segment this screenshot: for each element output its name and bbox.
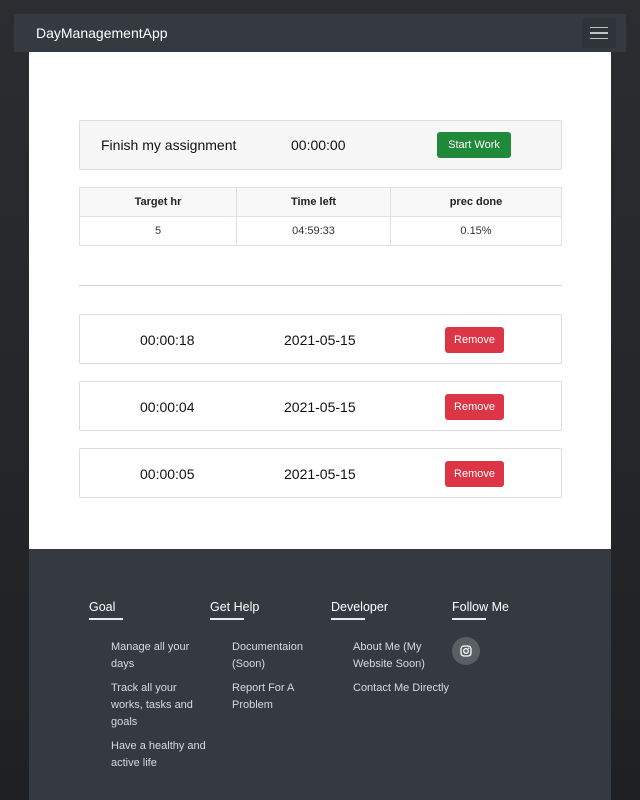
- list-item: 00:00:04 2021-05-15 Remove: [79, 381, 562, 431]
- menu-toggle-button[interactable]: [582, 18, 616, 48]
- target-hr-value: 5: [79, 216, 237, 246]
- entry-date: 2021-05-15: [284, 332, 356, 348]
- hamburger-icon: [590, 26, 608, 29]
- remove-button[interactable]: Remove: [445, 327, 504, 353]
- footer-goal-column: Goal Manage all your days Track all your…: [89, 598, 207, 779]
- instagram-button[interactable]: [452, 637, 480, 665]
- footer-developer-link[interactable]: About Me (My Website Soon): [353, 639, 449, 673]
- time-left-header: Time left: [236, 187, 391, 217]
- footer-goal-item: Have a healthy and active life: [111, 740, 206, 769]
- footer-goal-item: Track all your works, tasks and goals: [111, 682, 193, 728]
- footer-help-link[interactable]: Documentaion (Soon): [232, 639, 328, 673]
- footer-help-title: Get Help: [210, 600, 259, 620]
- footer-goal-item: Manage all your days: [111, 641, 190, 670]
- footer-follow-title: Follow Me: [452, 600, 509, 620]
- prec-done-value: 0.15%: [390, 216, 562, 246]
- target-hr-header: Target hr: [79, 187, 237, 217]
- task-name: Finish my assignment: [101, 137, 237, 153]
- footer-developer-column: Developer About Me (My Website Soon) Con…: [331, 598, 449, 704]
- main-content: Finish my assignment 00:00:00 Start Work…: [29, 52, 611, 549]
- divider: [79, 285, 562, 286]
- footer-help-column: Get Help Documentaion (Soon) Report For …: [210, 598, 328, 721]
- footer-developer-title: Developer: [331, 600, 388, 620]
- task-card: Finish my assignment 00:00:00 Start Work: [79, 120, 562, 170]
- entry-duration: 00:00:05: [140, 466, 195, 482]
- footer-goal-title: Goal: [89, 600, 124, 620]
- entry-duration: 00:00:18: [140, 332, 195, 348]
- navbar: DayManagementApp: [14, 14, 626, 52]
- prec-done-header: prec done: [390, 187, 562, 217]
- entry-duration: 00:00:04: [140, 399, 195, 415]
- remove-button[interactable]: Remove: [445, 461, 504, 487]
- footer: Goal Manage all your days Track all your…: [29, 549, 611, 800]
- task-timer: 00:00:00: [291, 137, 346, 153]
- entry-date: 2021-05-15: [284, 399, 356, 415]
- time-left-value: 04:59:33: [236, 216, 391, 246]
- brand-link[interactable]: DayManagementApp: [36, 25, 168, 41]
- list-item: 00:00:05 2021-05-15 Remove: [79, 448, 562, 498]
- instagram-icon: [460, 645, 472, 657]
- start-work-button[interactable]: Start Work: [437, 132, 511, 158]
- remove-button[interactable]: Remove: [445, 394, 504, 420]
- list-item: 00:00:18 2021-05-15 Remove: [79, 314, 562, 364]
- entry-date: 2021-05-15: [284, 466, 356, 482]
- stats-header-row: Target hr Time left prec done: [79, 187, 562, 217]
- footer-follow-column: Follow Me: [452, 598, 570, 665]
- footer-developer-link[interactable]: Contact Me Directly: [353, 680, 449, 697]
- footer-help-link[interactable]: Report For A Problem: [232, 680, 328, 714]
- stats-table: Target hr Time left prec done 5 04:59:33…: [79, 187, 562, 246]
- stats-row: 5 04:59:33 0.15%: [79, 216, 562, 246]
